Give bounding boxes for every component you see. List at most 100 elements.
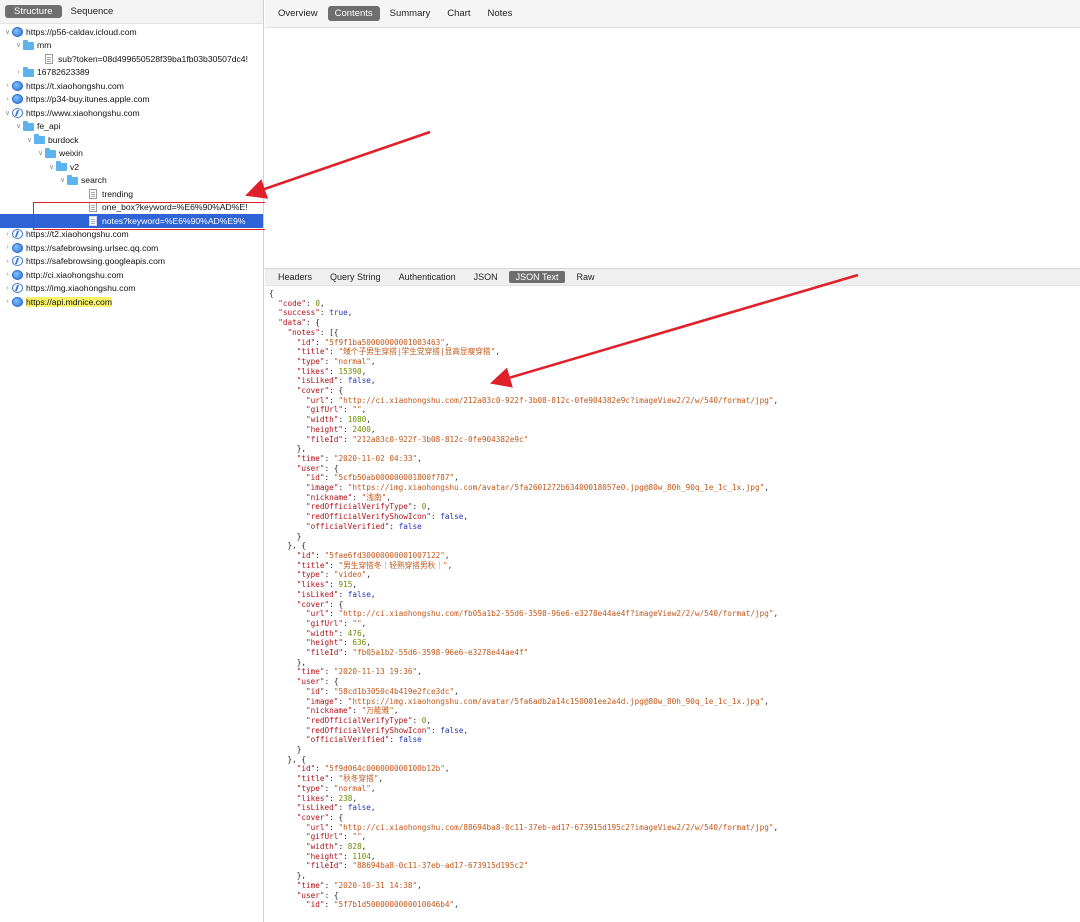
json-token: : — [324, 473, 334, 483]
json-token: "type" — [296, 570, 325, 580]
tab-contents[interactable]: Contents — [327, 6, 380, 21]
request-panel — [265, 28, 1080, 268]
json-token: , — [366, 415, 371, 425]
json-token: : { — [324, 890, 339, 900]
json-token: "officialVerified" — [306, 735, 390, 745]
chevron-right-icon[interactable]: › — [3, 271, 12, 278]
tree-row[interactable]: › https://p34-buy.itunes.apple.com — [0, 93, 263, 107]
tree-row[interactable]: › https://api.mdnice.com — [0, 295, 263, 309]
json-token: : — [338, 696, 348, 706]
json-token: : { — [306, 318, 320, 328]
json-token: "cover" — [296, 599, 330, 609]
tree-row[interactable]: ∨ weixin — [0, 147, 263, 161]
tree-row-label: https://safebrowsing.googleapis.com — [26, 256, 166, 267]
chevron-down-icon[interactable]: ∨ — [3, 109, 12, 117]
chevron-right-icon[interactable]: › — [3, 285, 12, 292]
chevron-right-icon[interactable]: › — [3, 82, 12, 89]
json-line: "user": { — [269, 891, 1080, 901]
tab-overview[interactable]: Overview — [271, 6, 325, 21]
json-token: 238 — [338, 793, 353, 803]
tab-raw[interactable]: Raw — [569, 271, 601, 283]
json-token: , — [378, 774, 384, 784]
tab-structure[interactable]: Structure — [5, 5, 62, 18]
tree-row[interactable]: › 16782623389 — [0, 66, 263, 80]
json-token: "title" — [296, 560, 330, 570]
tree-row[interactable]: ›sub?token=08d499650528f39ba1fb03b30507d… — [0, 52, 263, 66]
json-token: , — [463, 725, 469, 735]
tree-row[interactable]: › http://ci.xiaohongshu.com — [0, 268, 263, 282]
json-token: , — [361, 842, 367, 852]
tab-headers[interactable]: Headers — [271, 271, 319, 283]
tab-chart[interactable]: Chart — [440, 6, 477, 21]
json-token: , — [764, 696, 769, 706]
json-text-view[interactable]: { "code": 0, "success": true, "data": { … — [269, 289, 1080, 922]
tab-summary[interactable]: Summary — [383, 6, 438, 21]
tree-row[interactable]: ›trending — [0, 187, 263, 201]
json-token: "normal" — [333, 356, 371, 366]
json-line: "title": "男生穿搭冬｜轻熟穿搭男秋｜", — [269, 561, 1080, 571]
tab-sequence[interactable]: Sequence — [62, 5, 123, 18]
json-token: : — [324, 570, 334, 580]
tab-notes[interactable]: Notes — [481, 6, 520, 21]
json-token: false — [398, 735, 422, 745]
chevron-right-icon[interactable]: › — [3, 298, 12, 305]
tree-row[interactable]: ∨ https://www.xiaohongshu.com — [0, 106, 263, 120]
tree-row[interactable]: › https://img.xiaohongshu.com — [0, 282, 263, 296]
chevron-right-icon[interactable]: › — [3, 231, 12, 238]
json-token: 1104 — [352, 851, 371, 861]
json-token: "success" — [278, 308, 320, 318]
tree-row[interactable]: ∨ fe_api — [0, 120, 263, 134]
folder-icon — [23, 66, 34, 77]
chevron-down-icon[interactable]: ∨ — [14, 41, 23, 49]
json-token: : — [343, 832, 353, 842]
json-token: }, { — [269, 541, 307, 551]
tree-row-label: https://www.xiaohongshu.com — [26, 107, 140, 118]
tree-row[interactable]: ∨ v2 — [0, 160, 263, 174]
chevron-right-icon[interactable]: › — [3, 96, 12, 103]
json-token: : [{ — [319, 327, 339, 337]
json-token: "officialVerified" — [306, 521, 390, 531]
json-line: "id": "5cfb50ab000000001800f787", — [269, 473, 1080, 483]
tab-json-text[interactable]: JSON Text — [508, 271, 566, 283]
chevron-down-icon[interactable]: ∨ — [36, 149, 45, 157]
tree-row[interactable]: › https://safebrowsing.googleapis.com — [0, 255, 263, 269]
tree-row[interactable]: ∨ burdock — [0, 133, 263, 147]
json-token: : — [431, 512, 441, 522]
folder-icon — [23, 120, 34, 131]
tab-json[interactable]: JSON — [467, 271, 505, 283]
json-token: "data" — [278, 318, 307, 328]
json-token: "fileId" — [306, 861, 344, 871]
json-line: "title": "矮个子男生穿搭|学生党穿搭|显高显瘦穿搭", — [269, 347, 1080, 357]
json-token: , — [370, 376, 376, 386]
json-token: : { — [324, 677, 339, 687]
json-token: : — [343, 861, 353, 871]
tree-row[interactable]: › https://t.xiaohongshu.com — [0, 79, 263, 93]
chevron-right-icon[interactable]: › — [14, 69, 23, 76]
tab-query-string[interactable]: Query String — [323, 271, 388, 283]
tree-row[interactable]: › https://safebrowsing.urlsec.qq.com — [0, 241, 263, 255]
chevron-right-icon[interactable]: › — [3, 244, 12, 251]
json-token: , — [319, 298, 325, 308]
json-token: : — [319, 308, 330, 318]
tab-authentication[interactable]: Authentication — [392, 271, 463, 283]
chevron-down-icon[interactable]: ∨ — [58, 176, 67, 184]
chevron-right-icon[interactable]: › — [3, 258, 12, 265]
globe-icon — [12, 80, 23, 91]
tree-row[interactable]: ∨ search — [0, 174, 263, 188]
bolt-globe-icon — [12, 107, 23, 118]
chevron-down-icon[interactable]: ∨ — [47, 163, 56, 171]
tree-row[interactable]: ∨ mm — [0, 39, 263, 53]
chevron-down-icon[interactable]: ∨ — [14, 122, 23, 130]
chevron-down-icon[interactable]: ∨ — [3, 28, 12, 36]
tree-row[interactable]: ∨ https://p56-caldav.icloud.com — [0, 25, 263, 39]
json-line: "url": "http://ci.xiaohongshu.com/fb05a1… — [269, 609, 1080, 619]
chevron-down-icon[interactable]: ∨ — [25, 136, 34, 144]
